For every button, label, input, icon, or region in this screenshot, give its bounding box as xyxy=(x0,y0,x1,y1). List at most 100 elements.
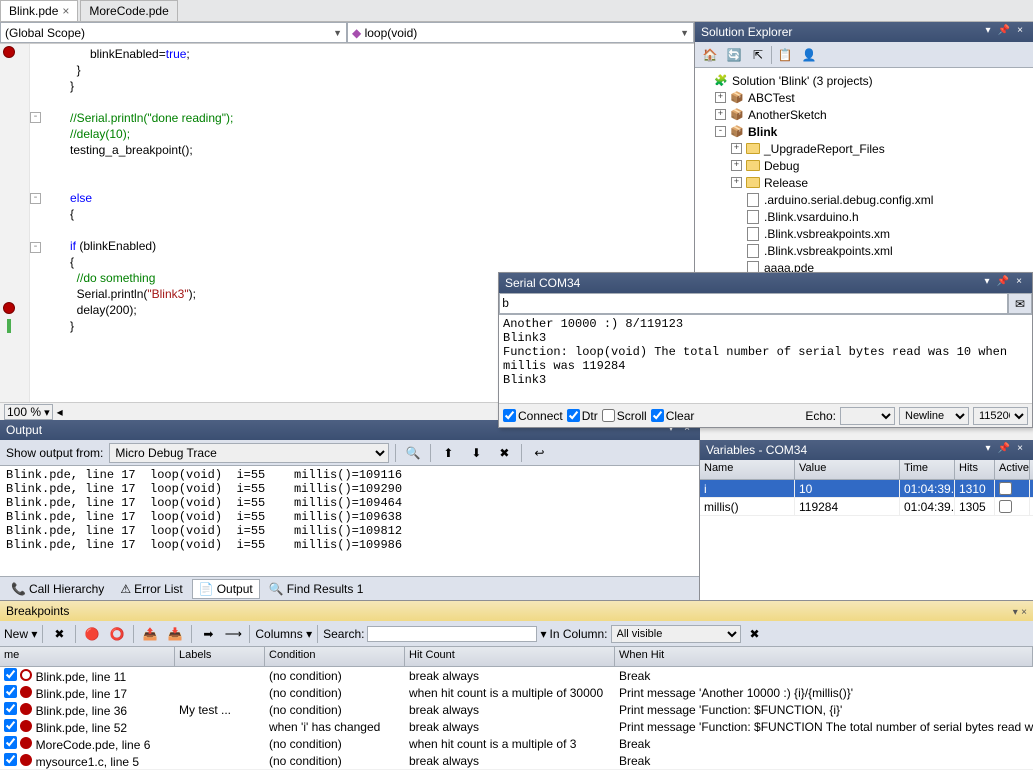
tree-item[interactable]: +Debug xyxy=(699,157,1029,174)
echo-label: Echo: xyxy=(805,409,836,423)
tab-output[interactable]: 📄 Output xyxy=(192,579,260,599)
baud-select[interactable]: 115200 xyxy=(973,407,1028,425)
variables-body[interactable]: i1001:04:39...1310millis()11928401:04:39… xyxy=(700,480,1033,600)
breakpoint-glyph[interactable] xyxy=(3,46,15,58)
collapse-icon[interactable]: ⇱ xyxy=(747,44,769,66)
breakpoints-body[interactable]: Blink.pde, line 11(no condition)break al… xyxy=(0,667,1033,769)
output-source-select[interactable]: Micro Debug Trace xyxy=(109,443,389,463)
columns-button[interactable]: Columns ▾ xyxy=(255,627,312,641)
delete-icon[interactable]: ✖ xyxy=(48,623,70,645)
tree-item[interactable]: +📦ABCTest xyxy=(699,89,1029,106)
breakpoints-title: Breakpoints ▾ × xyxy=(0,601,1033,621)
tree-item[interactable]: .Blink.vsbreakpoints.xml xyxy=(699,242,1029,259)
search-input[interactable] xyxy=(367,626,537,642)
breakpoint-row[interactable]: MoreCode.pde, line 6(no condition)when h… xyxy=(0,735,1033,752)
serial-window: Serial COM34 ▾ 📌 × ✉ Another 10000 :) 8/… xyxy=(498,272,1033,428)
tree-item[interactable]: .Blink.vsbreakpoints.xm xyxy=(699,225,1029,242)
serial-send-button[interactable]: ✉ xyxy=(1008,293,1032,314)
goto-source-icon[interactable]: ➡ xyxy=(197,623,219,645)
tree-item[interactable]: +Release xyxy=(699,174,1029,191)
export-icon[interactable]: 📤 xyxy=(139,623,161,645)
tab-find-results[interactable]: 🔍 Find Results 1 xyxy=(262,579,371,599)
goto-disasm-icon[interactable]: ⟶ xyxy=(222,623,244,645)
tab-error-list[interactable]: ⚠ Error List xyxy=(113,579,189,599)
breakpoint-row[interactable]: Blink.pde, line 36My test ...(no conditi… xyxy=(0,701,1033,718)
close-icon[interactable]: × xyxy=(62,4,69,18)
outline-margin[interactable]: - - - xyxy=(30,44,44,402)
breakpoint-row[interactable]: mysource1.c, line 5(no condition)break a… xyxy=(0,752,1033,769)
close-icon[interactable]: × xyxy=(1013,443,1027,457)
clear-checkbox[interactable]: Clear xyxy=(651,409,695,423)
pin-icon[interactable]: 📌 xyxy=(996,276,1010,290)
breakpoint-row[interactable]: Blink.pde, line 11(no condition)break al… xyxy=(0,667,1033,684)
close-icon[interactable]: × xyxy=(1021,607,1027,618)
connect-checkbox[interactable]: Connect xyxy=(503,409,563,423)
show-all-icon[interactable]: 👤 xyxy=(798,44,820,66)
clear-search-icon[interactable]: ✖ xyxy=(744,623,766,645)
breakpoint-row[interactable]: Blink.pde, line 17(no condition)when hit… xyxy=(0,684,1033,701)
dtr-checkbox[interactable]: Dtr xyxy=(567,409,598,423)
fold-toggle[interactable]: - xyxy=(30,112,41,123)
close-icon[interactable]: × xyxy=(1013,25,1027,39)
dropdown-icon[interactable]: ▾ xyxy=(980,276,994,290)
tree-item[interactable]: 🧩Solution 'Blink' (3 projects) xyxy=(699,72,1029,89)
clear-icon[interactable]: ✖ xyxy=(493,442,515,464)
variables-header: Name Value Time Hits Active xyxy=(700,460,1033,480)
new-breakpoint-button[interactable]: New ▾ xyxy=(4,627,37,641)
chevron-down-icon: ▼ xyxy=(333,28,342,38)
pin-icon[interactable]: 📌 xyxy=(997,25,1011,39)
dropdown-icon[interactable]: ▾ xyxy=(1013,607,1018,618)
dropdown-icon[interactable]: ▾ xyxy=(981,443,995,457)
breakpoints-header: me Labels Condition Hit Count When Hit xyxy=(0,647,1033,667)
chevron-down-icon: ▼ xyxy=(680,28,689,38)
tab-morecode[interactable]: MoreCode.pde xyxy=(80,0,177,21)
properties-icon[interactable]: 📋 xyxy=(774,44,796,66)
lineending-select[interactable]: Newline xyxy=(899,407,969,425)
variables-title: Variables - COM34 ▾ 📌 × xyxy=(700,440,1033,460)
dropdown-icon[interactable]: ▾ xyxy=(981,25,995,39)
scope-global-dropdown[interactable]: (Global Scope)▼ xyxy=(0,22,347,43)
tree-item[interactable]: .Blink.vsarduino.h xyxy=(699,208,1029,225)
tab-blink[interactable]: Blink.pde × xyxy=(0,0,78,21)
tab-call-hierarchy[interactable]: 📞 Call Hierarchy xyxy=(4,579,111,599)
breakpoint-row[interactable]: Blink.pde, line 52when 'i' has changedbr… xyxy=(0,718,1033,735)
breakpoint-glyph[interactable] xyxy=(3,302,15,314)
breakpoint-margin[interactable] xyxy=(0,44,30,402)
serial-output[interactable]: Another 10000 :) 8/119123 Blink3 Functio… xyxy=(499,315,1032,403)
tree-item[interactable]: +_UpgradeReport_Files xyxy=(699,140,1029,157)
scope-member-dropdown[interactable]: ◆ loop(void)▼ xyxy=(347,22,694,43)
tree-item[interactable]: .arduino.serial.debug.config.xml xyxy=(699,191,1029,208)
tracepoint-marker xyxy=(7,319,11,333)
pin-icon[interactable]: 📌 xyxy=(997,443,1011,457)
tab-label: MoreCode.pde xyxy=(89,4,168,18)
next-icon[interactable]: ⬇ xyxy=(465,442,487,464)
zoom-selector[interactable]: 100 % ▾ xyxy=(4,404,53,420)
search-label: Search: xyxy=(323,627,364,641)
find-icon[interactable]: 🔍 xyxy=(402,442,424,464)
enable-all-icon[interactable]: 🔴 xyxy=(81,623,103,645)
home-icon[interactable]: 🏠 xyxy=(699,44,721,66)
tab-label: Blink.pde xyxy=(9,4,58,18)
serial-input-field[interactable] xyxy=(499,293,1008,314)
variable-row[interactable]: i1001:04:39...1310 xyxy=(700,480,1033,498)
in-column-label: In Column: xyxy=(549,627,607,641)
refresh-icon[interactable]: 🔄 xyxy=(723,44,745,66)
variable-row[interactable]: millis()11928401:04:39...1305 xyxy=(700,498,1033,516)
wrap-icon[interactable]: ↩ xyxy=(528,442,550,464)
fold-toggle[interactable]: - xyxy=(30,242,41,253)
output-text[interactable]: Blink.pde, line 17 loop(void) i=55 milli… xyxy=(0,466,699,576)
document-tabs: Blink.pde × MoreCode.pde xyxy=(0,0,1033,22)
tree-item[interactable]: -📦Blink xyxy=(699,123,1029,140)
serial-title[interactable]: Serial COM34 ▾ 📌 × xyxy=(499,273,1032,293)
tree-item[interactable]: +📦AnotherSketch xyxy=(699,106,1029,123)
disable-all-icon[interactable]: ⭕ xyxy=(106,623,128,645)
prev-icon[interactable]: ⬆ xyxy=(437,442,459,464)
solution-toolbar: 🏠 🔄 ⇱ 📋 👤 xyxy=(695,42,1033,68)
import-icon[interactable]: 📥 xyxy=(164,623,186,645)
close-icon[interactable]: × xyxy=(1012,276,1026,290)
echo-select[interactable] xyxy=(840,407,895,425)
arrow-left-icon[interactable]: ◂ xyxy=(57,405,63,419)
in-column-select[interactable]: All visible xyxy=(611,625,741,643)
scroll-checkbox[interactable]: Scroll xyxy=(602,409,647,423)
fold-toggle[interactable]: - xyxy=(30,193,41,204)
